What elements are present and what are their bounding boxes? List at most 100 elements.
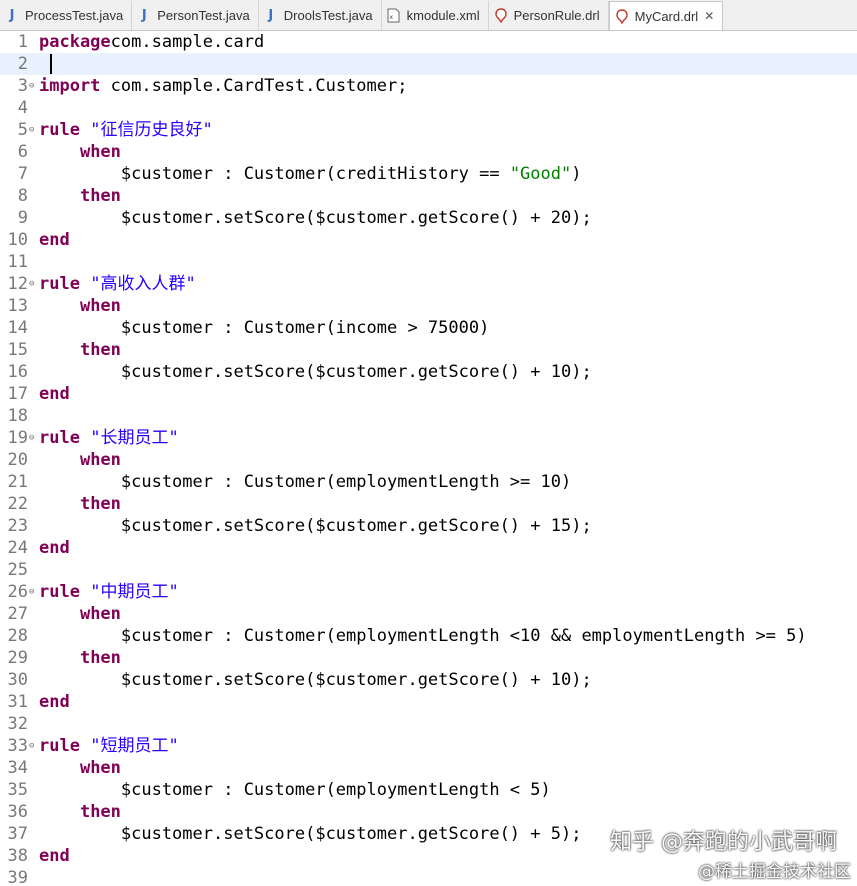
tab-persontest-java[interactable]: J PersonTest.java [132, 1, 259, 30]
code-line[interactable]: 21 $customer : Customer(employmentLength… [0, 471, 857, 493]
code-line[interactable]: 10 end [0, 229, 857, 251]
code-text: end [39, 229, 70, 251]
keyword: then [79, 340, 121, 360]
code-line[interactable]: 13 when [0, 295, 857, 317]
tab-kmodule-xml[interactable]: x kmodule.xml [382, 1, 489, 30]
keyword: import [39, 76, 101, 96]
tab-personrule-drl[interactable]: PersonRule.drl [489, 1, 609, 30]
code-line[interactable]: 22 then [0, 493, 857, 515]
code-line[interactable]: 11 [0, 251, 857, 273]
fold-marker-icon[interactable]: ⊖ [29, 75, 38, 97]
code-line[interactable]: 19 ⊖ rule "长期员工" [0, 427, 857, 449]
keyword: rule [39, 428, 80, 448]
keyword: end [39, 846, 70, 866]
line-number: 38 [7, 846, 28, 866]
fold-marker-icon[interactable]: ⊖ [29, 735, 38, 757]
java-file-icon: J [268, 8, 274, 23]
line-number: 35 [7, 780, 28, 800]
keyword: when [79, 142, 121, 162]
fold-marker-icon[interactable]: ⊖ [29, 273, 38, 295]
string-literal: "短期员工" [90, 736, 179, 756]
tab-mycard-drl[interactable]: MyCard.drl ✕ [608, 1, 724, 30]
line-number: 16 [7, 362, 28, 382]
code-line[interactable]: 17 end [0, 383, 857, 405]
code-line[interactable]: 16 $customer.setScore($customer.getScore… [0, 361, 857, 383]
code-line[interactable]: 9 $customer.setScore($customer.getScore(… [0, 207, 857, 229]
code-line[interactable]: 28 $customer : Customer(employmentLength… [0, 625, 857, 647]
code-line[interactable]: 35 $customer : Customer(employmentLength… [0, 779, 857, 801]
tab-label: DroolsTest.java [283, 8, 373, 23]
code-editor[interactable]: 1 packagecom.sample.card 2 3 ⊖ import com.sam… [0, 31, 857, 886]
code-text: then [39, 493, 121, 515]
code-token: $customer.setScore($customer.getScore() … [39, 362, 592, 382]
keyword: when [79, 604, 121, 624]
drools-file-icon [493, 8, 509, 24]
code-line[interactable]: 8 then [0, 185, 857, 207]
fold-marker-icon[interactable]: ⊖ [29, 581, 38, 603]
code-line[interactable]: 14 $customer : Customer(income > 75000) [0, 317, 857, 339]
code-text: then [39, 339, 121, 361]
line-number: 21 [7, 472, 28, 492]
code-line[interactable]: 5 ⊖ rule "征信历史良好" [0, 119, 857, 141]
line-number: 30 [7, 670, 28, 690]
close-icon[interactable]: ✕ [704, 9, 714, 23]
drools-file-icon [614, 8, 630, 24]
code-text: $customer.setScore($customer.getScore() … [39, 669, 592, 691]
code-token: $customer : Customer(income > 75000) [39, 318, 490, 338]
line-number: 20 [7, 450, 28, 470]
code-line[interactable]: 33 ⊖ rule "短期员工" [0, 735, 857, 757]
keyword: end [39, 384, 70, 404]
code-line[interactable]: 20 when [0, 449, 857, 471]
code-text: $customer.setScore($customer.getScore() … [39, 207, 592, 229]
code-line[interactable]: 23 $customer.setScore($customer.getScore… [0, 515, 857, 537]
code-text: $customer : Customer(income > 75000) [39, 317, 489, 339]
code-line[interactable]: 18 [0, 405, 857, 427]
code-line[interactable]: 1 packagecom.sample.card [0, 31, 857, 53]
line-number: 24 [7, 538, 28, 558]
code-line[interactable]: 26 ⊖ rule "中期员工" [0, 581, 857, 603]
string-literal: "高收入人群" [90, 274, 196, 294]
code-line[interactable]: 30 $customer.setScore($customer.getScore… [0, 669, 857, 691]
tab-label: ProcessTest.java [25, 8, 124, 23]
watermark-juejin: @稀土掘金技术社区 [698, 862, 851, 882]
code-text: rule "征信历史良好" [39, 119, 213, 141]
fold-marker-icon[interactable]: ⊖ [29, 119, 38, 141]
code-text: rule "长期员工" [39, 427, 179, 449]
tab-processtest-java[interactable]: J ProcessTest.java [0, 1, 133, 30]
code-line[interactable]: 12 ⊖ rule "高收入人群" [0, 273, 857, 295]
tab-label: MyCard.drl [634, 8, 699, 24]
code-line[interactable]: 7 $customer : Customer(creditHistory == … [0, 163, 857, 185]
line-number: 6 [17, 142, 28, 162]
code-line[interactable]: 2 [0, 53, 857, 75]
fold-marker-icon[interactable]: ⊖ [29, 427, 38, 449]
code-line[interactable]: 4 [0, 97, 857, 119]
code-line[interactable]: 27 when [0, 603, 857, 625]
code-line[interactable]: 3 ⊖ import com.sample.CardTest.Customer; [0, 75, 857, 97]
code-line[interactable]: 36 then [0, 801, 857, 823]
line-number: 28 [7, 626, 28, 646]
code-line[interactable]: 29 then [0, 647, 857, 669]
code-line[interactable]: 24 end [0, 537, 857, 559]
line-number: 33 [7, 736, 28, 756]
code-token: $customer : Customer(creditHistory == [39, 164, 510, 184]
line-number: 22 [7, 494, 28, 514]
keyword: when [79, 758, 121, 778]
line-number: 11 [7, 252, 28, 272]
code-line[interactable]: 31 end [0, 691, 857, 713]
code-line[interactable]: 6 when [0, 141, 857, 163]
code-line[interactable]: 32 [0, 713, 857, 735]
code-line[interactable]: 25 [0, 559, 857, 581]
code-line[interactable]: 15 then [0, 339, 857, 361]
tab-droolstest-java[interactable]: J DroolsTest.java [259, 1, 382, 30]
line-number: 15 [7, 340, 28, 360]
code-token: $customer.setScore($customer.getScore() … [39, 670, 592, 690]
keyword: end [39, 538, 70, 558]
line-number: 4 [17, 98, 28, 118]
line-number: 17 [7, 384, 28, 404]
line-number: 10 [7, 230, 28, 250]
code-line[interactable]: 34 when [0, 757, 857, 779]
